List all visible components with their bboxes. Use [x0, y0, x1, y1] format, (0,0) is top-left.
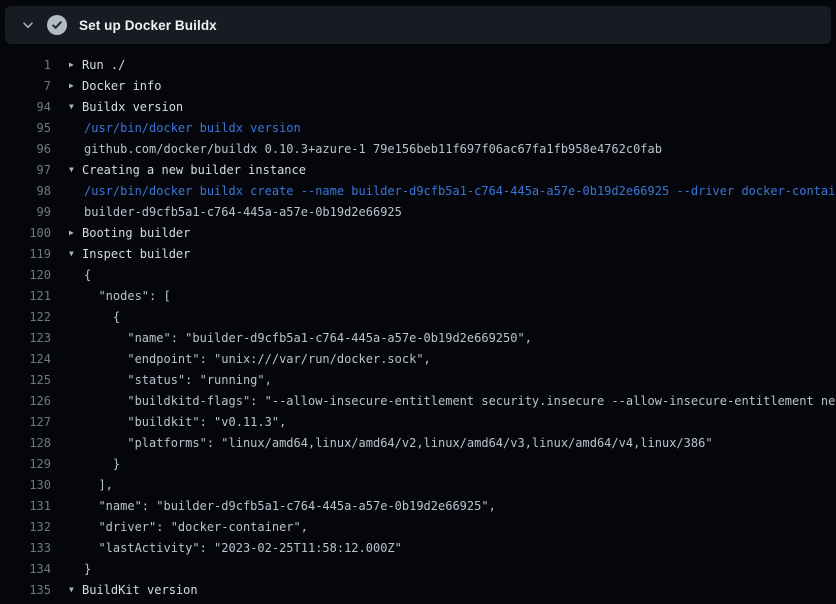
line-number[interactable]: 119 [0, 247, 51, 261]
line-number[interactable]: 120 [0, 268, 51, 282]
log-line: 133 "lastActivity": "2023-02-25T11:58:12… [0, 537, 836, 558]
log-line: 95/usr/bin/docker buildx version [0, 117, 836, 138]
log-group-line[interactable]: 119 ▼Inspect builder [0, 243, 836, 264]
log-text: builder-d9cfb5a1-c764-445a-a57e-0b19d2e6… [84, 205, 402, 219]
log-line: 129 } [0, 453, 836, 474]
line-number[interactable]: 100 [0, 226, 51, 240]
log-line: 98/usr/bin/docker buildx create --name b… [0, 180, 836, 201]
log-text: } [84, 457, 120, 471]
log-group-line[interactable]: 100 ▶Booting builder [0, 222, 836, 243]
caret-right-icon[interactable]: ▶ [69, 81, 82, 90]
check-circle-icon [47, 15, 67, 35]
log-group-line[interactable]: 1 ▶Run ./ [0, 54, 836, 75]
log-text: Booting builder [82, 226, 190, 240]
log-text: "buildkitd-flags": "--allow-insecure-ent… [84, 394, 836, 408]
log-line: 132 "driver": "docker-container", [0, 516, 836, 537]
log-line: 122 { [0, 306, 836, 327]
line-number[interactable]: 125 [0, 373, 51, 387]
caret-right-icon[interactable]: ▶ [69, 228, 82, 237]
log-text: Inspect builder [82, 247, 190, 261]
line-number[interactable]: 99 [0, 205, 51, 219]
log-text: Run ./ [82, 58, 125, 72]
log-text: ], [84, 478, 113, 492]
log-container: 1▶Run ./7▶Docker info94▼Buildx version95… [0, 44, 836, 604]
line-number[interactable]: 134 [0, 562, 51, 576]
log-text: "buildkit": "v0.11.3", [84, 415, 286, 429]
log-text: "platforms": "linux/amd64,linux/amd64/v2… [84, 436, 713, 450]
line-number[interactable]: 126 [0, 394, 51, 408]
log-text: /usr/bin/docker buildx create --name bui… [84, 184, 836, 198]
log-text: } [84, 562, 91, 576]
log-text: Docker info [82, 79, 161, 93]
log-line: 128 "platforms": "linux/amd64,linux/amd6… [0, 432, 836, 453]
line-number[interactable]: 98 [0, 184, 51, 198]
line-number[interactable]: 130 [0, 478, 51, 492]
log-text: "name": "builder-d9cfb5a1-c764-445a-a57e… [84, 331, 532, 345]
log-text: "nodes": [ [84, 289, 171, 303]
log-text: { [84, 310, 120, 324]
log-line: 120 { [0, 264, 836, 285]
log-line: 96 github.com/docker/buildx 0.10.3+azure-… [0, 138, 836, 159]
line-number[interactable]: 7 [0, 79, 51, 93]
line-number[interactable]: 131 [0, 499, 51, 513]
line-number[interactable]: 1 [0, 58, 51, 72]
log-line: 127 "buildkit": "v0.11.3", [0, 411, 836, 432]
caret-down-icon[interactable]: ▼ [69, 249, 82, 258]
log-group-line[interactable]: 7 ▶Docker info [0, 75, 836, 96]
log-text: "driver": "docker-container", [84, 520, 308, 534]
caret-down-icon[interactable]: ▼ [69, 585, 82, 594]
log-group-line[interactable]: 94 ▼Buildx version [0, 96, 836, 117]
line-number[interactable]: 124 [0, 352, 51, 366]
step-header[interactable]: Set up Docker Buildx [5, 6, 831, 44]
log-text: "lastActivity": "2023-02-25T11:58:12.000… [84, 541, 402, 555]
log-text: "name": "builder-d9cfb5a1-c764-445a-a57e… [84, 499, 496, 513]
log-line: 131 "name": "builder-d9cfb5a1-c764-445a-… [0, 495, 836, 516]
log-text: Creating a new builder instance [82, 163, 306, 177]
line-number[interactable]: 132 [0, 520, 51, 534]
log-text: "status": "running", [84, 373, 272, 387]
line-number[interactable]: 123 [0, 331, 51, 345]
log-group-line[interactable]: 135 ▼BuildKit version [0, 579, 836, 600]
chevron-down-icon[interactable] [21, 18, 35, 32]
log-text: "endpoint": "unix:///var/run/docker.sock… [84, 352, 431, 366]
log-line: 123 "name": "builder-d9cfb5a1-c764-445a-… [0, 327, 836, 348]
line-number[interactable]: 127 [0, 415, 51, 429]
line-number[interactable]: 95 [0, 121, 51, 135]
log-line: 130 ], [0, 474, 836, 495]
log-text: Buildx version [82, 100, 183, 114]
caret-down-icon[interactable]: ▼ [69, 102, 82, 111]
log-line: 124 "endpoint": "unix:///var/run/docker.… [0, 348, 836, 369]
log-line: 126 "buildkitd-flags": "--allow-insecure… [0, 390, 836, 411]
log-group-line[interactable]: 97 ▼Creating a new builder instance [0, 159, 836, 180]
log-line: 125 "status": "running", [0, 369, 836, 390]
line-number[interactable]: 121 [0, 289, 51, 303]
line-number[interactable]: 94 [0, 100, 51, 114]
log-text: { [84, 268, 91, 282]
line-number[interactable]: 97 [0, 163, 51, 177]
caret-down-icon[interactable]: ▼ [69, 165, 82, 174]
log-line: 121 "nodes": [ [0, 285, 836, 306]
caret-right-icon[interactable]: ▶ [69, 60, 82, 69]
log-text: BuildKit version [82, 583, 198, 597]
log-line: 136builder-d9cfb5a1-c764-445a-a57e-0b19d… [0, 600, 836, 604]
step-title: Set up Docker Buildx [79, 18, 217, 33]
line-number[interactable]: 122 [0, 310, 51, 324]
log-line: 134} [0, 558, 836, 579]
log-text: /usr/bin/docker buildx version [84, 121, 301, 135]
line-number[interactable]: 129 [0, 457, 51, 471]
line-number[interactable]: 135 [0, 583, 51, 597]
log-line: 99 builder-d9cfb5a1-c764-445a-a57e-0b19d2… [0, 201, 836, 222]
line-number[interactable]: 128 [0, 436, 51, 450]
line-number[interactable]: 133 [0, 541, 51, 555]
log-text: github.com/docker/buildx 0.10.3+azure-1 … [84, 142, 662, 156]
line-number[interactable]: 96 [0, 142, 51, 156]
